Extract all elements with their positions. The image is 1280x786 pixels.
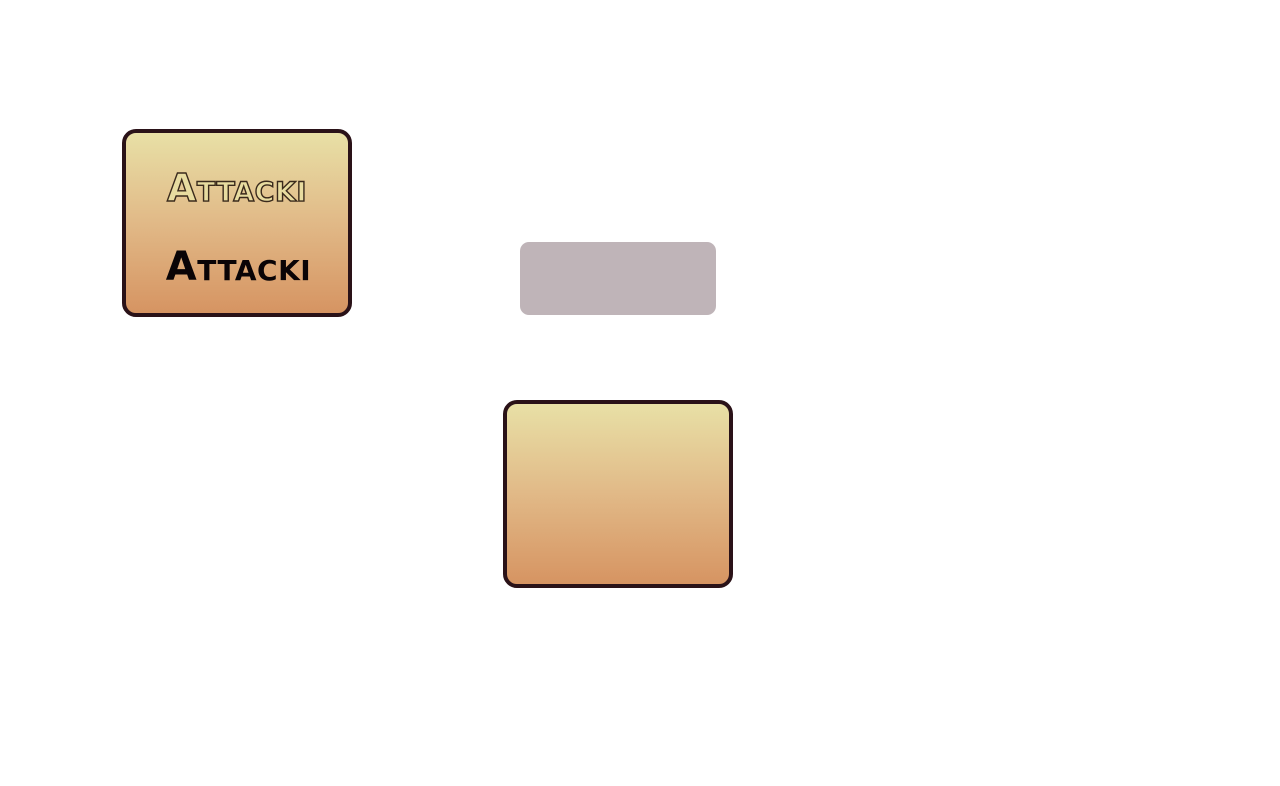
outlined-attack-label: Attacki — [166, 166, 307, 210]
disabled-button-placeholder — [520, 242, 716, 315]
attack-card[interactable]: Attacki Attacki — [122, 129, 352, 317]
solid-attack-label: Attacki — [165, 244, 312, 290]
canvas: Attacki Attacki — [0, 0, 1280, 786]
empty-card[interactable] — [503, 400, 733, 588]
